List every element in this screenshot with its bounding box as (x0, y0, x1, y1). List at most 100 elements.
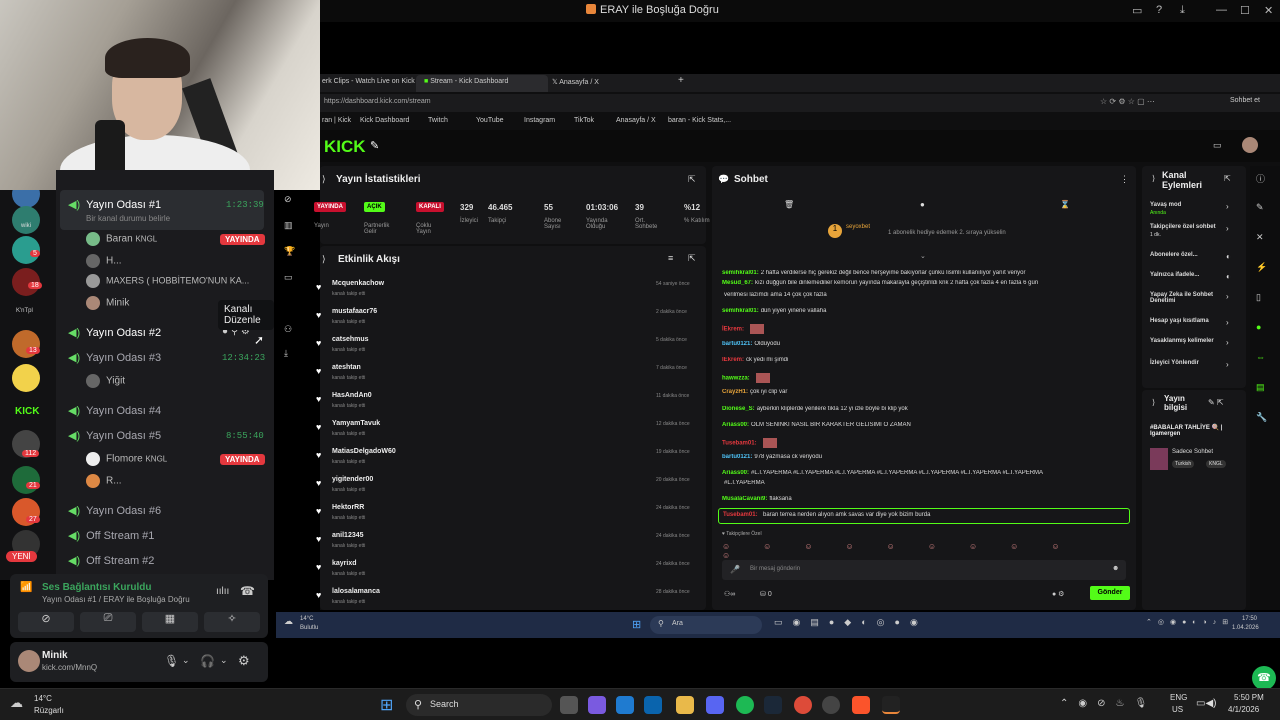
chat-user[interactable]: İEkrem: (722, 357, 744, 363)
chat-message[interactable]: Ariass00: #L.İ.YAPERMA #L.İ.YAPERMA #L.İ.… (722, 470, 1122, 476)
page-icon[interactable]: ▯ (1256, 292, 1261, 303)
users-icon[interactable]: ⚇∞ (724, 590, 735, 598)
channel-yayin-4[interactable]: ◀) Yayın Odası #4 (68, 404, 161, 417)
pinned-apps[interactable]: ▭◉▤●◆◐◎●◉ (774, 617, 928, 628)
voice-status[interactable]: Ses Bağlantısı Kuruldu (42, 582, 151, 593)
url-input[interactable]: https://dashboard.kick.com/stream (324, 98, 431, 105)
chevron-down-icon[interactable]: ⌄ (182, 655, 190, 666)
bookmark[interactable]: Instagram (524, 117, 555, 124)
channel-action-item[interactable]: Abonelere özel... (1150, 252, 1220, 258)
chat-message[interactable]: bartu0121: 978 yazmasa ck veriyodu (722, 454, 1122, 460)
chevron-right-icon[interactable]: › (1226, 338, 1229, 347)
support-button[interactable]: ☎ (1252, 666, 1276, 690)
bookmark[interactable]: Twitch (428, 117, 448, 124)
channel-action-item[interactable]: Yapay Zeka ile Sohbet Denetimi (1150, 292, 1220, 304)
chat-user[interactable]: İEkrem: (722, 327, 744, 333)
new-badge[interactable]: YENİ (6, 551, 37, 562)
close-button[interactable]: ✕ (1264, 4, 1273, 17)
server-icon[interactable] (12, 466, 40, 494)
kick-server-label[interactable]: KICK (15, 406, 39, 417)
brave-icon[interactable] (852, 696, 870, 714)
channel-action-item[interactable]: İzleyici Yönlendir (1150, 360, 1220, 366)
windows-icon[interactable]: ⊞ (632, 618, 641, 631)
chat-user[interactable]: Dionese_S: (722, 406, 755, 412)
emoji-icon[interactable]: ☻ (1112, 565, 1119, 572)
category-name[interactable]: Sadece Sohbet (1172, 449, 1213, 455)
wrench-icon[interactable]: 🔧 (1256, 412, 1267, 423)
obs-icon[interactable] (822, 696, 840, 714)
chevron-right-icon[interactable]: › (1226, 292, 1229, 301)
channel-action-item[interactable]: Yalnızca ifadele... (1150, 272, 1220, 278)
chevron-right-icon[interactable]: › (1226, 360, 1229, 369)
maximize-button[interactable]: ☐ (1240, 4, 1250, 17)
chat-input-box[interactable]: 🎤 Bir mesaj gönderin ☻ (722, 560, 1126, 580)
message-icon[interactable]: ● (920, 200, 925, 209)
chat-user[interactable]: semihkral01: (722, 308, 759, 314)
toggle-icon[interactable]: ◐ (1226, 252, 1231, 261)
tag[interactable]: Turkish (1172, 460, 1195, 468)
channel-yayin-2[interactable]: ◀) Yayın Odası #2 (68, 326, 161, 339)
channel-action-item[interactable]: Hesap yaşı kısıtlama (1150, 318, 1220, 324)
folder-icon[interactable] (676, 696, 694, 714)
chevron-icon[interactable]: ⟩ (1152, 398, 1155, 407)
channel-yayin-3[interactable]: ◀) Yayın Odası #3 (68, 351, 161, 364)
hourglass-icon[interactable]: ⌛ (1060, 200, 1070, 209)
toggle-icon[interactable]: ◐ (1226, 272, 1231, 281)
mic-icon[interactable]: 🎤 (730, 565, 740, 574)
task-view-icon[interactable] (560, 696, 578, 714)
channel-off-2[interactable]: ◀) Off Stream #2 (68, 554, 154, 567)
activity-item[interactable]: ♥ catsehmus kanalı takip etti 5 dakika önce (316, 336, 706, 362)
channel-action-item[interactable]: Takipçilere özel sohbet (1150, 224, 1220, 230)
expand-icon[interactable]: ⇱ (1224, 174, 1231, 183)
tab-clips[interactable]: erk Clips - Watch Live on Kick (322, 78, 415, 85)
activity-item[interactable]: ♥ HasAndAn0 kanalı takip etti 11 dakika önc… (316, 392, 706, 418)
chat-message[interactable]: Tusebam01: (722, 438, 1122, 448)
chat-input[interactable]: Bir mesaj gönderin (750, 566, 800, 572)
chrome-icon[interactable] (794, 696, 812, 714)
voice-user[interactable]: MAXERS ( HOBBİTEMO'NUN KA... (86, 274, 249, 288)
channel-yayin-6[interactable]: ◀) Yayın Odası #6 (68, 504, 161, 517)
stream-icon[interactable]: ⇔ (1256, 352, 1265, 362)
trophy-icon[interactable]: 🏆 (284, 246, 295, 257)
activities-button[interactable]: ▦ (142, 612, 198, 632)
chat-settings-icon[interactable]: ● ⚙ (1052, 590, 1064, 598)
chat-message[interactable]: semihkral01: dün yiyen yinene vallaha (722, 308, 1122, 314)
chat-user[interactable]: semihkral01: (722, 270, 759, 276)
voice-user[interactable]: Baran KNGL (86, 232, 157, 246)
coin-icon[interactable]: ⛁ 0 (760, 590, 772, 598)
flash-icon[interactable]: ⚡ (1256, 262, 1267, 273)
tag[interactable]: KNGL (1206, 460, 1226, 468)
chevron-left-icon[interactable]: ⟩ (322, 254, 326, 265)
avatar[interactable] (18, 650, 40, 672)
discord-icon[interactable] (706, 696, 724, 714)
soundboard-button[interactable]: ✧ (204, 612, 260, 632)
voice-channel[interactable]: Yayın Odası #1 / ERAY ile Boşluğa Doğru (42, 595, 190, 604)
activity-item[interactable]: ♥ MatiasDelgadoW60 kanalı takip etti 19 dak… (316, 448, 706, 474)
emote-row[interactable]: ☺☺☺☺☺☺☺☺☺☺ (722, 542, 1132, 560)
steam-icon[interactable] (764, 696, 782, 714)
chevron-icon[interactable]: ⟩ (1152, 174, 1155, 183)
chat-message[interactable]: İEkrem: (722, 324, 1122, 334)
mic-icon[interactable]: 🎙 (164, 654, 179, 668)
tools-icon[interactable]: ✕ (1256, 232, 1264, 243)
tab-dashboard[interactable]: ■ Stream - Kick Dashboard (424, 78, 508, 85)
activity-item[interactable]: ♥ HektorRR kanalı takip etti 24 dakika önce (316, 504, 706, 530)
edit-icon[interactable]: ✎ ⇱ (1208, 398, 1224, 407)
activity-item[interactable]: ♥ lalosalamanca kanalı takip etti 28 dakika… (316, 588, 706, 614)
expand-icon[interactable]: ⇱ (688, 253, 696, 264)
search-box[interactable]: ⚲ Ara (650, 616, 762, 634)
screen-share-button[interactable]: ⎚ (80, 612, 136, 632)
pencil-icon[interactable]: ✎ (1256, 202, 1264, 213)
clock-time[interactable]: 5:50 PM (1234, 693, 1264, 702)
mail-icon[interactable]: ▭ (1213, 140, 1222, 151)
voice-user[interactable]: H... (86, 254, 122, 268)
info-icon[interactable]: ⓘ (1256, 172, 1265, 185)
language-region[interactable]: US (1172, 705, 1183, 714)
trash-icon[interactable]: 🗑 (784, 200, 794, 209)
new-tab-button[interactable]: + (678, 75, 684, 86)
chart-icon[interactable]: ▥ (284, 220, 293, 231)
help-icon[interactable]: ? (1156, 4, 1162, 16)
weather-icon[interactable]: ☁ (10, 695, 23, 711)
voice-user[interactable]: Flomore KNGL (86, 452, 167, 466)
username[interactable]: Minik (42, 650, 68, 661)
